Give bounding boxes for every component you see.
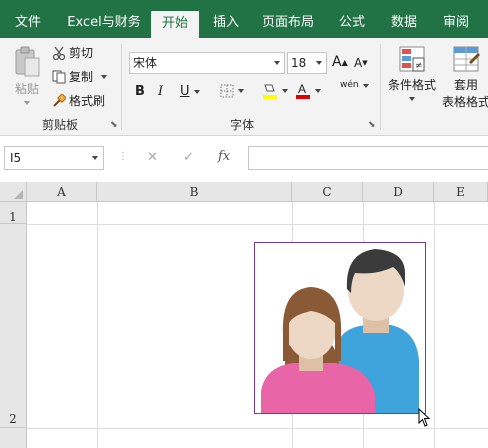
ribbon: 粘贴 剪切 复制 格式刷 剪贴板 ⬊ 宋体 18 A ▲ A ▼ B I U A…: [0, 38, 488, 136]
tab-home[interactable]: 开始: [151, 11, 199, 38]
formula-bar: I5 ⋮ ✕ ✓ fx: [0, 136, 488, 182]
group-separator: [380, 44, 381, 130]
formula-input[interactable]: [248, 146, 488, 170]
decrease-font-button[interactable]: A ▼: [354, 56, 368, 70]
copy-dropdown-icon[interactable]: [101, 74, 108, 79]
phonetic-label: wén: [340, 80, 359, 90]
copy-button[interactable]: 复制: [52, 68, 108, 85]
format-as-table-button[interactable]: 套用 表格格式: [442, 44, 488, 110]
column-header-c[interactable]: C: [292, 182, 363, 202]
grow-font-icon: ▲: [341, 57, 348, 67]
conditional-format-button[interactable]: ≠ 条件格式: [386, 44, 438, 101]
clipboard-group-label: 剪贴板: [41, 118, 78, 132]
row-header-2[interactable]: 2: [0, 224, 27, 428]
borders-icon: [220, 84, 234, 98]
font-size-select[interactable]: 18: [287, 52, 327, 74]
scissors-icon: [52, 46, 66, 60]
chevron-down-icon: [316, 61, 322, 65]
paste-dropdown-icon[interactable]: [24, 101, 30, 105]
row-header-1[interactable]: 1: [0, 202, 27, 224]
table-format-icon: [453, 46, 480, 72]
format-painter-label: 格式刷: [69, 94, 106, 108]
chevron-down-icon: [274, 61, 280, 65]
fill-bucket-icon: [263, 84, 277, 99]
select-all-icon: [14, 190, 23, 199]
font-name-value: 宋体: [133, 56, 158, 70]
fill-color-button[interactable]: [262, 82, 288, 100]
enter-icon[interactable]: ✓: [183, 150, 194, 165]
name-box[interactable]: I5: [4, 146, 104, 170]
conditional-format-dropdown-icon[interactable]: [409, 97, 415, 101]
bold-button[interactable]: B: [135, 84, 145, 99]
select-all-corner[interactable]: [0, 182, 27, 202]
font-color-button[interactable]: A: [295, 82, 321, 100]
underline-dropdown-icon[interactable]: [193, 89, 200, 94]
font-color-dropdown-icon[interactable]: [315, 89, 321, 93]
column-header-row: A B C D E: [0, 182, 488, 202]
font-color-icon: A: [296, 82, 310, 99]
decrease-font-label: A: [354, 56, 363, 70]
column-header-d[interactable]: D: [363, 182, 434, 202]
phonetic-button[interactable]: wén: [340, 80, 369, 90]
tab-excel-finance[interactable]: Excel与财务: [62, 8, 146, 38]
gridline: [27, 224, 488, 225]
table-format-label-line2: 表格格式: [442, 95, 488, 109]
mouse-cursor-icon: [418, 408, 431, 427]
tab-page-layout[interactable]: 页面布局: [256, 8, 320, 38]
italic-button[interactable]: I: [158, 84, 163, 99]
paste-icon: [15, 46, 40, 77]
spreadsheet-grid[interactable]: A B C D E 1 2: [0, 182, 488, 448]
gridline: [434, 202, 435, 448]
font-name-select[interactable]: 宋体: [129, 52, 285, 74]
column-header-e[interactable]: E: [434, 182, 488, 202]
format-painter-button[interactable]: 格式刷: [52, 92, 105, 109]
paste-label: 粘贴: [14, 82, 39, 96]
table-format-label-line1: 套用: [453, 78, 478, 92]
cut-label: 剪切: [69, 46, 94, 60]
fill-color-dropdown-icon[interactable]: [282, 89, 288, 93]
clipboard-launcher-icon[interactable]: ⬊: [110, 120, 118, 130]
name-box-value: I5: [10, 151, 22, 165]
phonetic-dropdown-icon[interactable]: [362, 84, 369, 88]
paste-button[interactable]: 粘贴: [10, 46, 44, 108]
conditional-format-icon: ≠: [399, 46, 425, 72]
tab-insert[interactable]: 插入: [206, 8, 246, 38]
column-header-b[interactable]: B: [97, 182, 292, 202]
ribbon-tab-bar: 文件 Excel与财务 开始 插入 页面布局 公式 数据 审阅: [0, 8, 488, 38]
people-avatar-icon: [261, 249, 419, 413]
borders-button[interactable]: [220, 84, 244, 98]
tab-review[interactable]: 审阅: [436, 8, 476, 38]
formula-bar-grip-icon: ⋮: [118, 151, 128, 162]
cut-button[interactable]: 剪切: [52, 44, 93, 61]
copy-label: 复制: [69, 70, 94, 84]
title-bar: [0, 0, 488, 8]
gridline: [97, 202, 98, 448]
tab-formulas[interactable]: 公式: [332, 8, 372, 38]
tab-file[interactable]: 文件: [8, 8, 48, 38]
inserted-picture[interactable]: [254, 242, 426, 414]
gridline: [27, 428, 488, 429]
cancel-icon[interactable]: ✕: [147, 150, 158, 165]
column-header-a[interactable]: A: [27, 182, 97, 202]
svg-text:A: A: [298, 82, 306, 96]
conditional-format-label: 条件格式: [387, 78, 436, 92]
borders-dropdown-icon[interactable]: [238, 89, 244, 93]
increase-font-button[interactable]: A ▲: [332, 54, 348, 70]
underline-label: U: [180, 84, 190, 99]
increase-font-label: A: [332, 54, 342, 70]
chevron-down-icon: [92, 156, 98, 160]
row-header-3[interactable]: [0, 428, 27, 448]
underline-button[interactable]: U: [180, 84, 200, 99]
tab-data[interactable]: 数据: [384, 8, 424, 38]
font-launcher-icon[interactable]: ⬊: [368, 120, 376, 130]
font-group-label: 字体: [229, 118, 254, 132]
copy-icon: [52, 70, 66, 83]
font-size-value: 18: [291, 56, 307, 70]
insert-function-button[interactable]: fx: [218, 149, 230, 164]
brush-icon: [53, 93, 66, 107]
shrink-font-icon: ▼: [362, 59, 368, 67]
svg-text:≠: ≠: [415, 61, 423, 71]
